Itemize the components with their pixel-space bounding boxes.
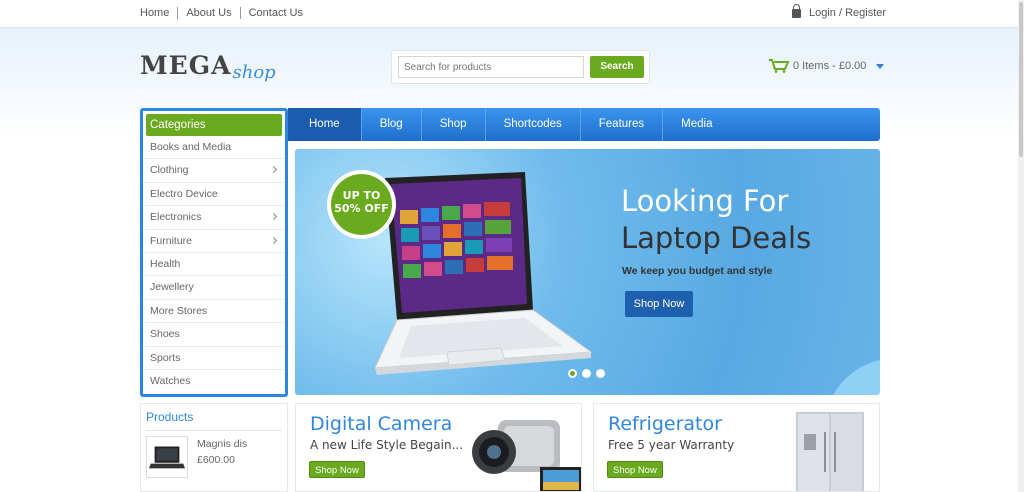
- category-item[interactable]: Shoes: [143, 323, 285, 347]
- nav-item-shortcodes[interactable]: Shortcodes: [486, 108, 581, 141]
- promo-shop-now-button[interactable]: Shop Now: [607, 461, 663, 478]
- logo-text-accent: shop: [232, 62, 276, 83]
- divider: [146, 430, 282, 431]
- discount-badge: UP TO 50% OFF: [327, 170, 396, 239]
- product-thumbnail[interactable]: [146, 436, 188, 478]
- category-label: Electronics: [150, 211, 202, 224]
- chevron-down-icon[interactable]: [876, 63, 885, 69]
- slider-dot[interactable]: [596, 369, 605, 378]
- category-label: Jewellery: [150, 281, 194, 294]
- category-label: Sports: [150, 351, 181, 364]
- category-item[interactable]: Health: [143, 253, 285, 277]
- camera-image: [472, 420, 581, 491]
- category-list: Books and Media Clothing Electro Device Ele…: [143, 136, 285, 393]
- cart-summary[interactable]: 0 Items - £0.00: [769, 59, 885, 73]
- chevron-right-icon: [269, 166, 278, 174]
- top-links: Home About Us Contact Us: [140, 7, 311, 19]
- slider-dot[interactable]: [568, 369, 577, 378]
- chevron-right-icon: [269, 213, 278, 221]
- login-register-link[interactable]: Login / Register: [792, 3, 887, 19]
- products-title: Products: [146, 410, 194, 424]
- promo-title: Digital Camera: [310, 413, 453, 435]
- category-item[interactable]: Sports: [143, 347, 285, 370]
- site-logo[interactable]: MEGA shop: [140, 51, 276, 84]
- category-item[interactable]: Jewellery: [143, 276, 285, 300]
- slider-dot[interactable]: [582, 369, 591, 378]
- category-label: More Stores: [150, 304, 208, 317]
- chevron-right-icon: [269, 236, 278, 244]
- hero-headline-2: Laptop Deals: [621, 221, 812, 255]
- search-button[interactable]: Search: [590, 56, 644, 78]
- category-item[interactable]: Furniture: [143, 230, 285, 253]
- slider-dots: [568, 369, 610, 378]
- search-box: Search: [391, 50, 650, 84]
- promo-title: Refrigerator: [608, 413, 722, 435]
- top-link-contact[interactable]: Contact Us: [239, 7, 311, 19]
- category-item[interactable]: Clothing: [143, 159, 285, 183]
- category-item[interactable]: Electro Device: [143, 183, 285, 207]
- promo-refrigerator: Refrigerator Free 5 year Warranty Shop N…: [593, 403, 880, 492]
- nav-item-features[interactable]: Features: [581, 108, 664, 141]
- category-item[interactable]: Books and Media: [143, 136, 285, 160]
- badge-line-1: UP TO: [342, 189, 381, 202]
- badge-line-2: 50% OFF: [334, 202, 389, 215]
- categories-menu: Categories Books and Media Clothing Electr…: [140, 108, 288, 397]
- cart-label: 0 Items - £0.00: [793, 60, 867, 72]
- hero-shop-now-button[interactable]: Shop Now: [625, 291, 693, 317]
- logo-text-main: MEGA: [140, 51, 232, 80]
- cart-icon: [769, 59, 789, 73]
- category-label: Electro Device: [150, 187, 218, 200]
- product-price: £600.00: [197, 454, 235, 466]
- category-item[interactable]: Watches: [143, 370, 285, 393]
- category-label: Watches: [150, 374, 191, 387]
- login-label: Login / Register: [809, 7, 887, 19]
- top-link-about[interactable]: About Us: [177, 7, 239, 19]
- category-label: Shoes: [150, 328, 180, 341]
- search-input[interactable]: [398, 56, 584, 78]
- category-label: Clothing: [150, 164, 189, 177]
- category-item[interactable]: More Stores: [143, 300, 285, 324]
- nav-item-blog[interactable]: Blog: [362, 108, 422, 141]
- promo-camera: Digital Camera A new Life Style Begain..…: [295, 403, 582, 492]
- promo-shop-now-button[interactable]: Shop Now: [309, 461, 365, 478]
- products-widget: Products Magnis dis £600.00: [140, 403, 288, 492]
- lock-icon: [792, 3, 801, 18]
- refrigerator-image: [796, 412, 864, 491]
- product-name[interactable]: Magnis dis: [197, 438, 247, 450]
- nav-item-home[interactable]: Home: [288, 108, 362, 141]
- promo-subtitle: A new Life Style Begain...: [310, 438, 464, 452]
- nav-item-media[interactable]: Media: [663, 108, 730, 141]
- hero-headline-1: Looking For: [621, 184, 789, 218]
- page-scrollbar[interactable]: [1018, 0, 1024, 492]
- nav-item-shop[interactable]: Shop: [422, 108, 486, 141]
- top-link-home[interactable]: Home: [140, 7, 177, 19]
- main-nav: Home Blog Shop Shortcodes Features Media: [288, 108, 880, 141]
- category-item[interactable]: Electronics: [143, 206, 285, 230]
- hero-subtitle: We keep you budget and style: [622, 265, 773, 277]
- category-label: Books and Media: [150, 141, 232, 153]
- category-label: Furniture: [150, 234, 193, 247]
- top-bar: Home About Us Contact Us Login / Registe…: [0, 0, 1024, 28]
- category-label: Health: [150, 257, 181, 270]
- promo-subtitle: Free 5 year Warranty: [608, 438, 735, 452]
- scrollbar-thumb[interactable]: [1019, 2, 1023, 157]
- categories-title: Categories: [146, 114, 282, 136]
